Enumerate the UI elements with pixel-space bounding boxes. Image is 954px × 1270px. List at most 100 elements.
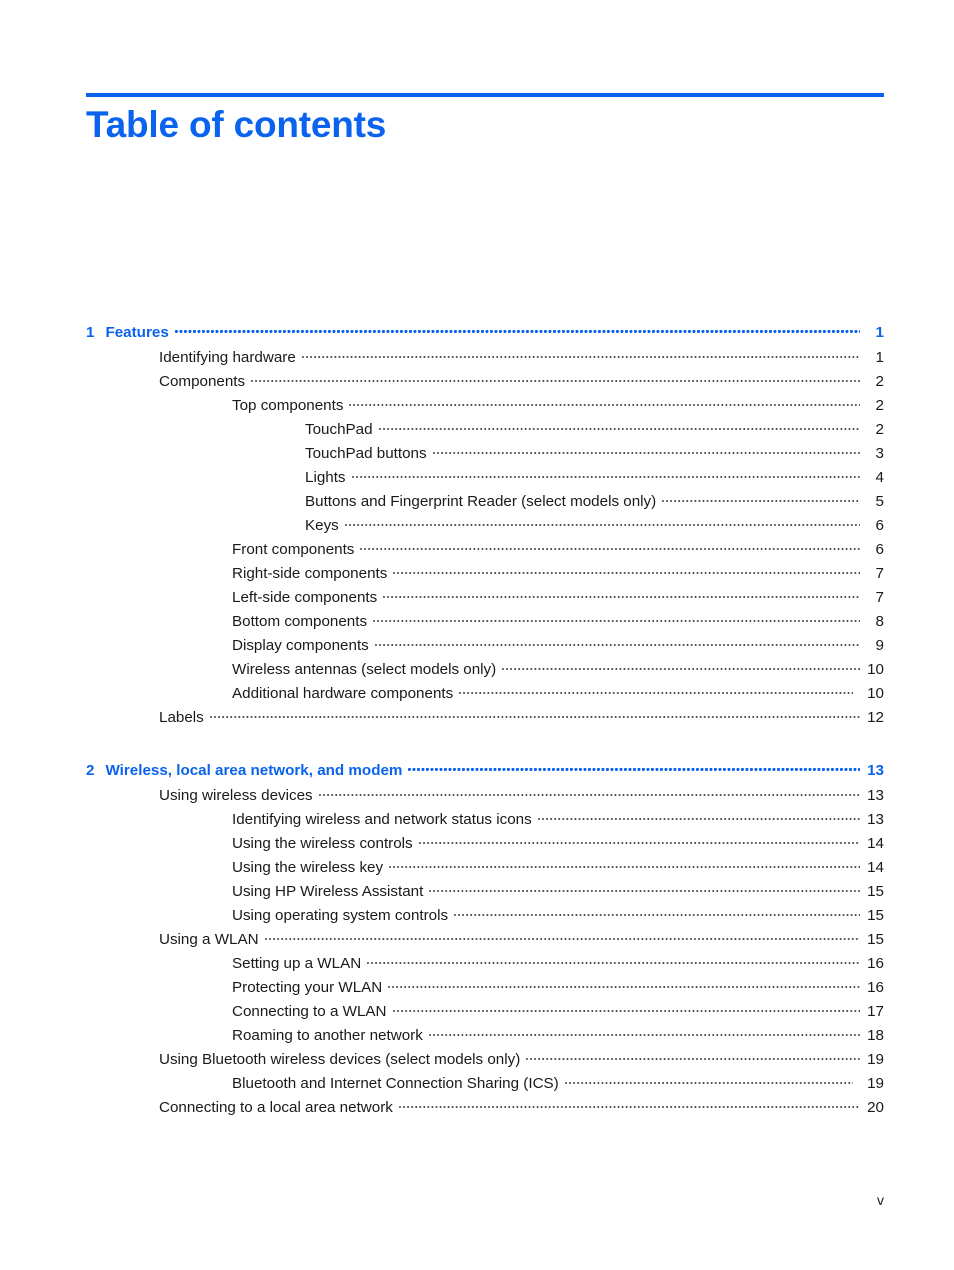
toc-entry[interactable]: Labels 12 — [86, 707, 884, 731]
toc-chapter-entry[interactable]: 1 Features 1 — [86, 322, 884, 347]
toc-entry-page-number: 14 — [867, 835, 884, 853]
toc-chapter-group: 2 Wireless, local area network, and modem… — [86, 760, 884, 1121]
toc-entry-page-number: 15 — [867, 931, 884, 949]
dot-leader — [432, 443, 860, 458]
toc-entry-label: Bottom components — [232, 613, 368, 631]
dot-leader — [454, 905, 860, 920]
toc-entry[interactable]: Connecting to a WLAN 17 — [86, 1001, 884, 1025]
toc-entry-label: Top components — [232, 397, 344, 415]
toc-entry[interactable]: Using the wireless controls 14 — [86, 833, 884, 857]
page-folio: v — [877, 1192, 884, 1208]
toc-entry[interactable]: Wireless antennas (select models only) 10 — [86, 659, 884, 683]
page-title: Table of contents — [86, 104, 387, 145]
toc-entry[interactable]: Protecting your WLAN 16 — [86, 977, 884, 1001]
toc-entry-page-number: 7 — [875, 589, 884, 607]
dot-leader — [392, 1001, 861, 1016]
toc-entry[interactable]: Bottom components 8 — [86, 611, 884, 635]
dot-leader — [344, 515, 860, 530]
toc-entry[interactable]: Keys 6 — [86, 515, 884, 539]
toc-chapter-number: 1 — [86, 324, 95, 342]
toc-entry-label: Setting up a WLAN — [232, 955, 362, 973]
toc-entry-page-number: 2 — [875, 397, 884, 415]
toc-entry-page-number: 6 — [875, 517, 884, 535]
toc-entry-page-number: 2 — [875, 421, 884, 439]
toc-entry-page-number: 15 — [867, 907, 884, 925]
toc-chapter-title: Features — [105, 324, 169, 342]
toc-entry[interactable]: Lights 4 — [86, 467, 884, 491]
dot-leader — [389, 857, 860, 872]
toc-entry-page-number: 12 — [867, 709, 884, 727]
toc-entry[interactable]: Using the wireless key 14 — [86, 857, 884, 881]
toc-entry-page-number: 20 — [867, 1099, 884, 1117]
toc-entry-label: TouchPad buttons — [305, 445, 427, 463]
toc-entry[interactable]: Additional hardware components 10 — [86, 683, 884, 707]
toc-chapter-number: 2 — [86, 762, 95, 780]
toc-chapter-page-number: 1 — [875, 324, 884, 342]
toc-entry-page-number: 16 — [867, 979, 884, 997]
dot-leader — [537, 809, 860, 824]
toc-entry-label: Keys — [305, 517, 339, 535]
dot-leader — [429, 881, 860, 896]
toc-entry-label: Right-side components — [232, 565, 388, 583]
toc-entry-page-number: 19 — [867, 1075, 884, 1093]
dot-leader — [209, 707, 860, 722]
dot-leader — [398, 1097, 860, 1112]
toc-entry[interactable]: Components 2 — [86, 371, 884, 395]
toc-entry[interactable]: Top components 2 — [86, 395, 884, 419]
dot-leader — [264, 929, 860, 944]
toc-entry-page-number: 19 — [867, 1051, 884, 1069]
toc-entry-page-number: 14 — [867, 859, 884, 877]
toc-entry-label: Additional hardware components — [232, 685, 454, 703]
dot-leader — [662, 491, 860, 506]
toc-entry-page-number: 2 — [875, 373, 884, 391]
toc-entry[interactable]: Setting up a WLAN 16 — [86, 953, 884, 977]
toc-chapter-title: Wireless, local area network, and modem — [105, 762, 403, 780]
toc-entry[interactable]: Identifying wireless and network status … — [86, 809, 884, 833]
dot-leader — [564, 1073, 853, 1088]
toc-entry-page-number: 18 — [867, 1027, 884, 1045]
toc-entry[interactable]: Right-side components 7 — [86, 563, 884, 587]
toc-entry[interactable]: Left-side components 7 — [86, 587, 884, 611]
toc-entry-label: Connecting to a WLAN — [232, 1003, 387, 1021]
dot-leader — [174, 322, 860, 337]
toc-entry[interactable]: Using wireless devices 13 — [86, 785, 884, 809]
toc-entry-label: Roaming to another network — [232, 1027, 423, 1045]
toc-entry[interactable]: Using Bluetooth wireless devices (select… — [86, 1049, 884, 1073]
toc-entry[interactable]: Using a WLAN 15 — [86, 929, 884, 953]
dot-leader — [459, 683, 853, 698]
toc-entry-label: Left-side components — [232, 589, 378, 607]
dot-leader — [388, 977, 860, 992]
toc-entry[interactable]: Display components 9 — [86, 635, 884, 659]
toc-entry[interactable]: TouchPad 2 — [86, 419, 884, 443]
toc-entry[interactable]: Front components 6 — [86, 539, 884, 563]
toc-entry-label: Using wireless devices — [159, 787, 313, 805]
toc-entry[interactable]: Identifying hardware 1 — [86, 347, 884, 371]
toc-entry-label: Buttons and Fingerprint Reader (select m… — [305, 493, 657, 511]
toc-entry-label: Front components — [232, 541, 355, 559]
toc-entry-label: Using the wireless key — [232, 859, 384, 877]
dot-leader — [349, 395, 860, 410]
toc-entry-label: Using a WLAN — [159, 931, 259, 949]
toc-entry-page-number: 1 — [875, 349, 884, 367]
dot-leader — [408, 760, 860, 775]
toc-chapter-entry[interactable]: 2 Wireless, local area network, and modem… — [86, 760, 884, 785]
dot-leader — [374, 635, 860, 650]
toc-entry[interactable]: TouchPad buttons 3 — [86, 443, 884, 467]
dot-leader — [373, 611, 860, 626]
toc-entry[interactable]: Connecting to a local area network 20 — [86, 1097, 884, 1121]
toc-entry[interactable]: Using operating system controls 15 — [86, 905, 884, 929]
toc-entry[interactable]: Buttons and Fingerprint Reader (select m… — [86, 491, 884, 515]
toc-entry-page-number: 9 — [875, 637, 884, 655]
dot-leader — [428, 1025, 860, 1040]
toc-entry-page-number: 13 — [867, 787, 884, 805]
toc-entry[interactable]: Bluetooth and Internet Connection Sharin… — [86, 1073, 884, 1097]
toc-chapter-group: 1 Features 1 Identifying hardware 1 Component… — [86, 322, 884, 731]
dot-leader — [502, 659, 860, 674]
toc-entry-page-number: 4 — [875, 469, 884, 487]
toc-entry[interactable]: Using HP Wireless Assistant 15 — [86, 881, 884, 905]
toc-entry-label: Components — [159, 373, 246, 391]
dot-leader — [378, 419, 860, 434]
toc-entry-page-number: 13 — [867, 811, 884, 829]
toc-entry[interactable]: Roaming to another network 18 — [86, 1025, 884, 1049]
toc-chapter-page-number: 13 — [867, 762, 884, 780]
